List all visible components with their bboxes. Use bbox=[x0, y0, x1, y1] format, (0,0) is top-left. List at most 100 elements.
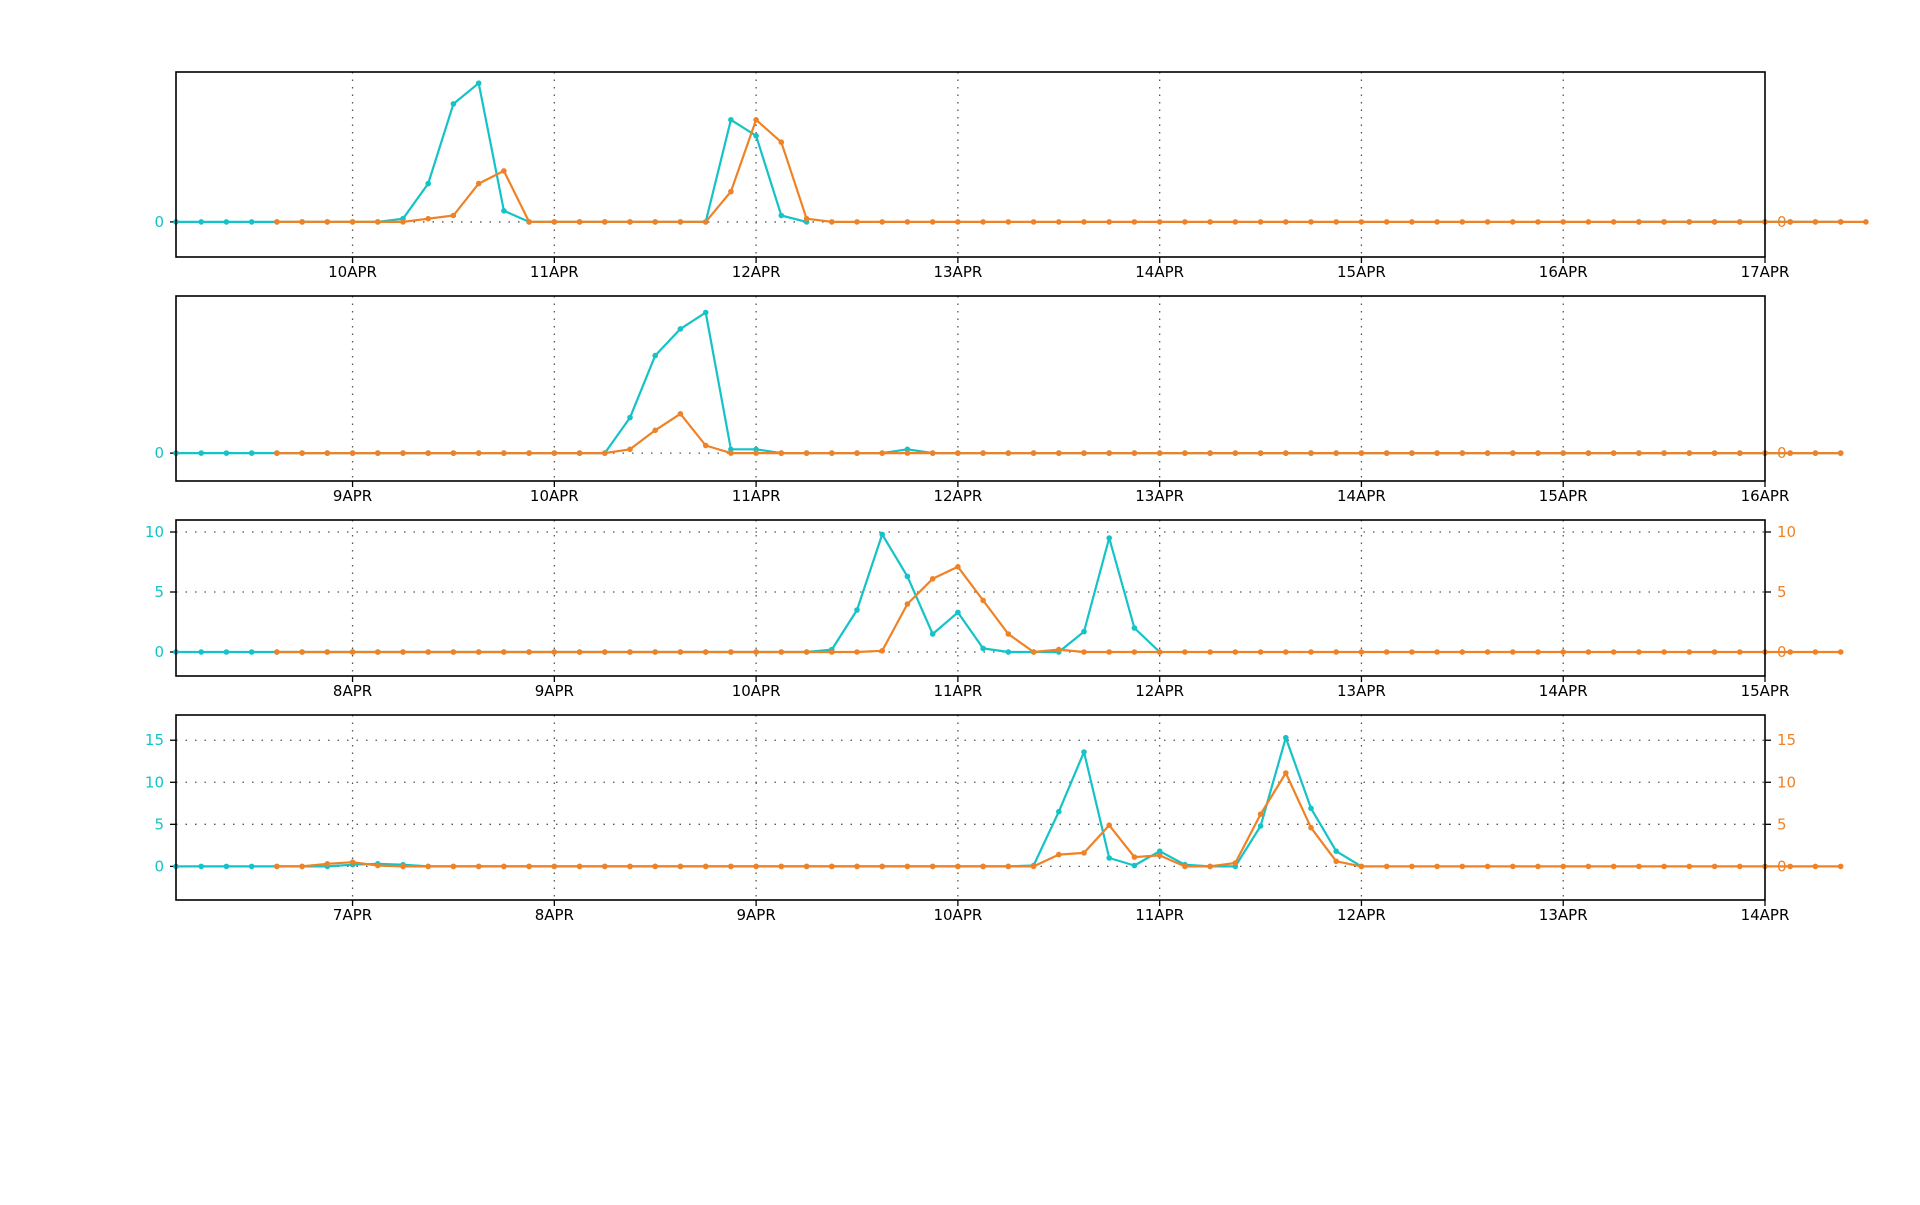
series-point-2 bbox=[425, 863, 432, 870]
series-point-2 bbox=[702, 219, 709, 225]
series-point-2 bbox=[1106, 450, 1112, 456]
x-tick-label: 9APR bbox=[535, 682, 574, 700]
x-tick-label: 10APR bbox=[933, 906, 982, 924]
series-point-2 bbox=[1257, 649, 1264, 655]
series-point-2 bbox=[1333, 649, 1339, 655]
series-point-2 bbox=[1232, 860, 1239, 866]
series-point-2 bbox=[1711, 450, 1718, 456]
series-point-2 bbox=[501, 863, 507, 870]
y-tick-label-left: 5 bbox=[154, 583, 164, 601]
series-point-2 bbox=[274, 450, 280, 456]
series-point-2 bbox=[1030, 450, 1037, 456]
series-point-2 bbox=[1383, 219, 1390, 225]
series-point-2 bbox=[980, 219, 986, 225]
series-point-2 bbox=[324, 219, 331, 225]
series-point-2 bbox=[803, 215, 810, 222]
series-point-2 bbox=[1081, 850, 1087, 856]
series-point-2 bbox=[425, 215, 432, 222]
series-point-2 bbox=[1510, 219, 1516, 225]
series-point-2 bbox=[274, 219, 280, 225]
series-point-2 bbox=[677, 411, 684, 417]
series-point-2 bbox=[1636, 863, 1642, 870]
y-tick-label-right: 5 bbox=[1777, 583, 1787, 601]
series-point-1 bbox=[501, 208, 507, 214]
series-point-2 bbox=[778, 863, 785, 870]
series-point-2 bbox=[400, 649, 406, 655]
series-point-2 bbox=[551, 450, 558, 456]
x-tick-label: 17APR bbox=[1741, 263, 1790, 281]
series-point-2 bbox=[879, 450, 885, 456]
series-point-1 bbox=[854, 607, 860, 613]
series-point-2 bbox=[1787, 649, 1793, 655]
series-point-2 bbox=[602, 219, 608, 225]
series-point-2 bbox=[1308, 649, 1314, 655]
x-tick-label: 13APR bbox=[1135, 487, 1184, 505]
series-point-2 bbox=[1207, 219, 1213, 225]
series-point-2 bbox=[375, 649, 381, 655]
series-point-2 bbox=[1560, 649, 1566, 655]
series-point-2 bbox=[375, 450, 381, 456]
series-point-2 bbox=[778, 649, 785, 655]
series-point-2 bbox=[1812, 450, 1819, 456]
y-tick-label-left: 5 bbox=[154, 815, 164, 833]
series-point-1 bbox=[198, 450, 204, 456]
series-point-2 bbox=[1283, 450, 1289, 456]
series-point-2 bbox=[1459, 219, 1466, 225]
series-point-2 bbox=[375, 862, 381, 869]
series-point-1 bbox=[702, 309, 709, 316]
series-point-2 bbox=[1358, 649, 1365, 655]
series-point-1 bbox=[198, 863, 204, 870]
series-point-2 bbox=[602, 863, 608, 870]
series-point-2 bbox=[955, 219, 961, 225]
series-line-1 bbox=[176, 533, 1161, 654]
series-point-2 bbox=[627, 219, 633, 225]
x-tick-label: 15APR bbox=[1337, 263, 1386, 281]
series-point-2 bbox=[955, 863, 961, 870]
series-point-2 bbox=[1056, 450, 1062, 456]
series-point-1 bbox=[1308, 805, 1314, 812]
series-point-2 bbox=[652, 863, 658, 870]
chart-panel-1: 10APR 11APR 12APR 13APR 14APR 15APR 16APR 17APR… bbox=[154, 71, 1869, 281]
series-point-1 bbox=[1106, 535, 1112, 541]
x-tick-label: 11APR bbox=[530, 263, 579, 281]
y-tick-label-left: 10 bbox=[145, 773, 164, 791]
series-point-2 bbox=[1056, 646, 1062, 653]
series-point-2 bbox=[1510, 450, 1516, 456]
series-point-2 bbox=[1409, 863, 1415, 870]
y-tick-label-left: 0 bbox=[154, 213, 164, 231]
series-point-2 bbox=[1131, 649, 1138, 655]
series-point-2 bbox=[1131, 219, 1138, 225]
series-point-2 bbox=[501, 168, 507, 174]
series-point-2 bbox=[349, 450, 356, 456]
series-point-2 bbox=[1863, 219, 1869, 225]
series-point-2 bbox=[1308, 219, 1314, 225]
series-point-2 bbox=[450, 863, 457, 870]
series-point-2 bbox=[702, 863, 709, 870]
series-point-2 bbox=[475, 450, 482, 456]
series-point-2 bbox=[1661, 863, 1667, 870]
series-point-2 bbox=[1535, 450, 1541, 456]
x-tick-label: 14APR bbox=[1337, 487, 1386, 505]
series-point-1 bbox=[223, 649, 230, 655]
x-tick-label: 8APR bbox=[535, 906, 574, 924]
x-tick-label: 13APR bbox=[933, 263, 982, 281]
series-point-1 bbox=[652, 352, 658, 359]
series-point-2 bbox=[904, 601, 911, 607]
x-tick-label: 12APR bbox=[1337, 906, 1386, 924]
x-tick-label: 15APR bbox=[1539, 487, 1588, 505]
series-point-2 bbox=[1182, 649, 1188, 655]
series-point-2 bbox=[1711, 219, 1718, 225]
series-point-2 bbox=[425, 649, 432, 655]
series-point-2 bbox=[1459, 450, 1466, 456]
series-point-1 bbox=[223, 863, 230, 870]
x-tick-label: 14APR bbox=[1135, 263, 1184, 281]
series-point-2 bbox=[1837, 863, 1844, 870]
series-point-2 bbox=[1812, 649, 1819, 655]
series-point-1 bbox=[904, 573, 911, 580]
series-point-1 bbox=[1056, 808, 1062, 815]
chart-panel-4: 7APR 8APR 9APR 10APR 11APR 12APR 13APR 14APR0 05… bbox=[145, 714, 1844, 924]
series-point-2 bbox=[1812, 863, 1819, 870]
series-point-2 bbox=[1005, 631, 1012, 637]
series-point-2 bbox=[677, 863, 684, 870]
series-point-2 bbox=[576, 219, 583, 225]
